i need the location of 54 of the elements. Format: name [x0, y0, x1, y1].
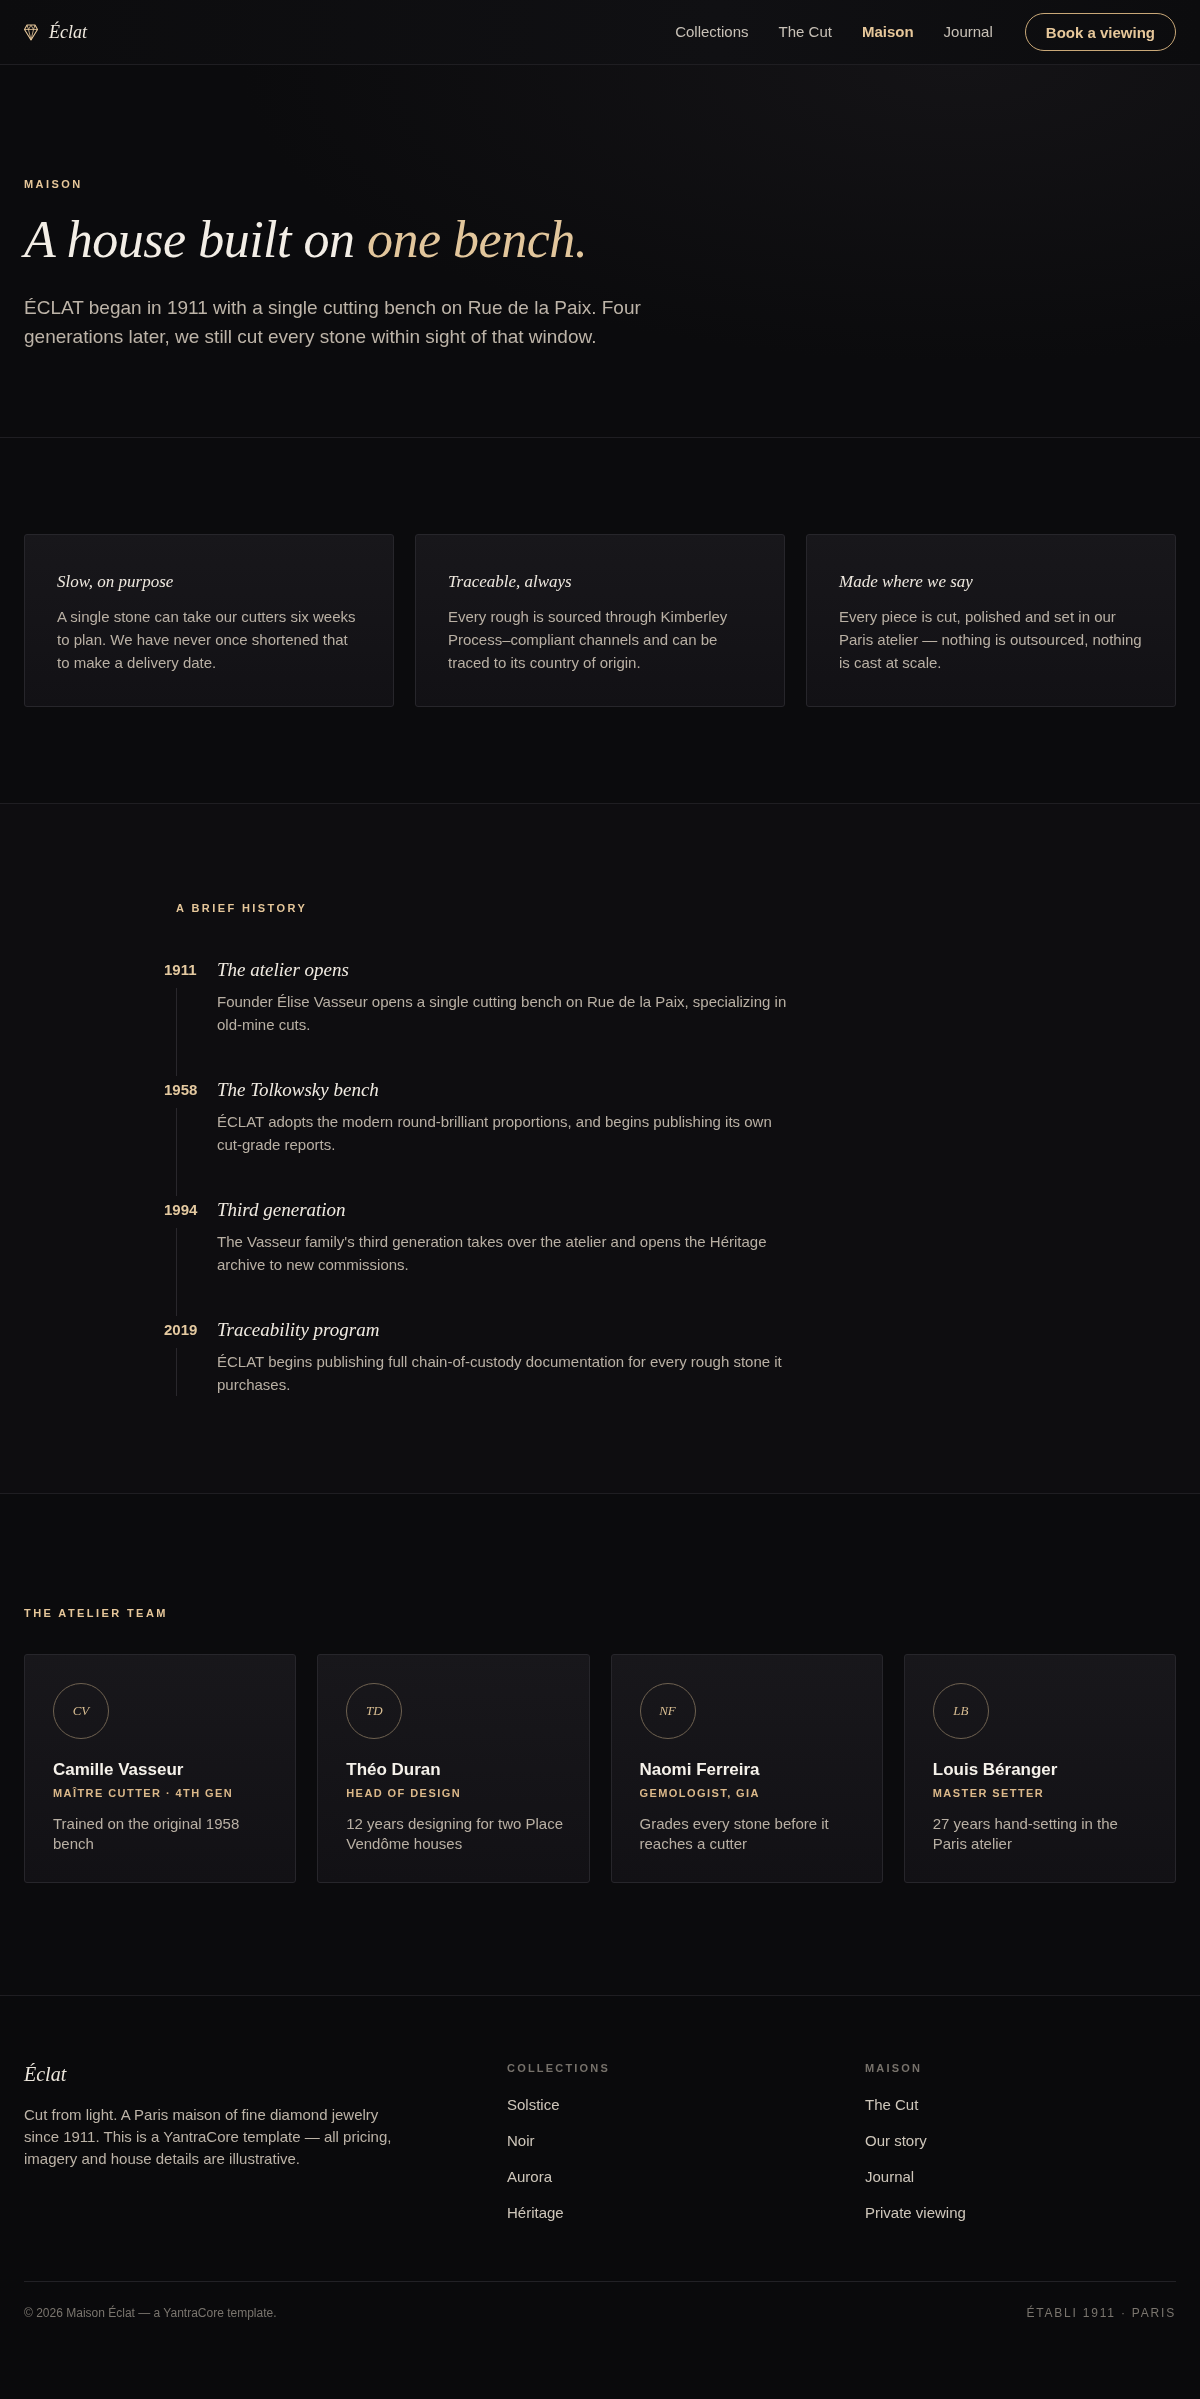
hero-lead: ÉCLAT began in 1911 with a single cutting bench on Rue de la Paix. Four generations later, we still cut every stone within sight of that window. — [24, 296, 642, 349]
member-bio: 12 years designing for two Place Vendôme houses — [346, 1814, 565, 1854]
footer-link[interactable]: Our story — [865, 2130, 927, 2152]
card-text: A single stone can take our cutters six weeks to plan. We have never once shortened that to make a delivery date. — [57, 607, 357, 673]
footer-link[interactable]: Private viewing — [865, 2202, 966, 2224]
footer-link[interactable]: Solstice — [507, 2094, 560, 2116]
nav-link[interactable]: Collections — [675, 22, 749, 42]
event-text: Founder Élise Vasseur opens a single cutting bench on Rue de la Paix, specializing in old-mine cuts. — [217, 992, 788, 1035]
card-title: Made where we say — [839, 571, 974, 593]
event-text: The Vasseur family's third generation takes over the atelier and opens the Héritage archive to new commissions. — [217, 1232, 768, 1275]
gem-icon — [24, 23, 38, 41]
column-heading: COLLECTIONS — [507, 2061, 612, 2075]
card-text: Every rough is sourced through Kimberley Process–compliant channels and can be traced to its country of origin. — [448, 607, 729, 673]
footer-link[interactable]: Héritage — [507, 2202, 564, 2224]
event-title: The atelier opens — [217, 958, 350, 982]
eyebrow-label: MAISON — [24, 177, 84, 191]
timeline-year: 1994 — [164, 1200, 198, 1220]
event-title: Traceability program — [217, 1318, 381, 1342]
member-name: Camille Vasseur — [53, 1759, 185, 1781]
footer-blurb: Cut from light. A Paris maison of fine diamond jewelry since 1911. This is a YantraCore template — all pricing, imagery and house details are illustrative. — [24, 2105, 393, 2169]
copyright-text: © 2026 Maison Éclat — a YantraCore template. — [24, 2305, 277, 2321]
card-text: Every piece is cut, polished and set in our Paris atelier — nothing is outsourced, nothing is cast at scale. — [839, 607, 1143, 673]
timeline-year: 2019 — [164, 1320, 198, 1340]
nav-link[interactable]: Maison — [861, 22, 914, 42]
footer-tagline: ÉTABLI 1911 · PARIS — [1026, 2305, 1176, 2321]
nav-link[interactable]: The Cut — [778, 22, 832, 42]
member-role: MAÎTRE CUTTER · 4TH GEN — [53, 1786, 235, 1800]
brand-logo[interactable]: Éclat — [49, 21, 87, 43]
event-title: The Tolkowsky bench — [217, 1078, 380, 1102]
column-heading: MAISON — [865, 2061, 924, 2075]
timeline-year: 1958 — [164, 1080, 198, 1100]
member-role: HEAD OF DESIGN — [346, 1786, 462, 1800]
card-title: Traceable, always — [448, 571, 573, 593]
member-role: MASTER SETTER — [932, 1786, 1046, 1800]
member-bio: 27 years hand-setting in the Paris atelier — [932, 1814, 1119, 1854]
event-text: ÉCLAT adopts the modern round-brilliant proportions, and begins publishing its own cut-grade reports. — [217, 1112, 773, 1155]
nav-link[interactable]: Journal — [943, 22, 993, 42]
card-title: Slow, on purpose — [57, 571, 175, 593]
footer-brand: Éclat — [24, 2062, 68, 2087]
section-label: THE ATELIER TEAM — [24, 1606, 169, 1620]
member-bio: Trained on the original 1958 bench — [53, 1814, 241, 1854]
event-title: Third generation — [217, 1198, 347, 1222]
footer-link[interactable]: Aurora — [507, 2166, 553, 2188]
member-name: Théo Duran — [346, 1759, 442, 1781]
timeline-year: 1911 — [164, 960, 197, 980]
member-name: Naomi Ferreira — [639, 1759, 761, 1781]
footer-link[interactable]: Noir — [507, 2130, 535, 2152]
section-label: A BRIEF HISTORY — [175, 901, 309, 915]
footer-link[interactable]: Journal — [865, 2166, 915, 2188]
event-text: ÉCLAT begins publishing full chain-of-custody documentation for every rough stone it purchases. — [217, 1352, 783, 1395]
member-bio: Grades every stone before it reaches a cutter — [639, 1814, 830, 1854]
member-role: GEMOLOGIST, GIA — [639, 1786, 761, 1800]
member-name: Louis Béranger — [932, 1759, 1059, 1781]
footer-link[interactable]: The Cut — [865, 2094, 919, 2116]
